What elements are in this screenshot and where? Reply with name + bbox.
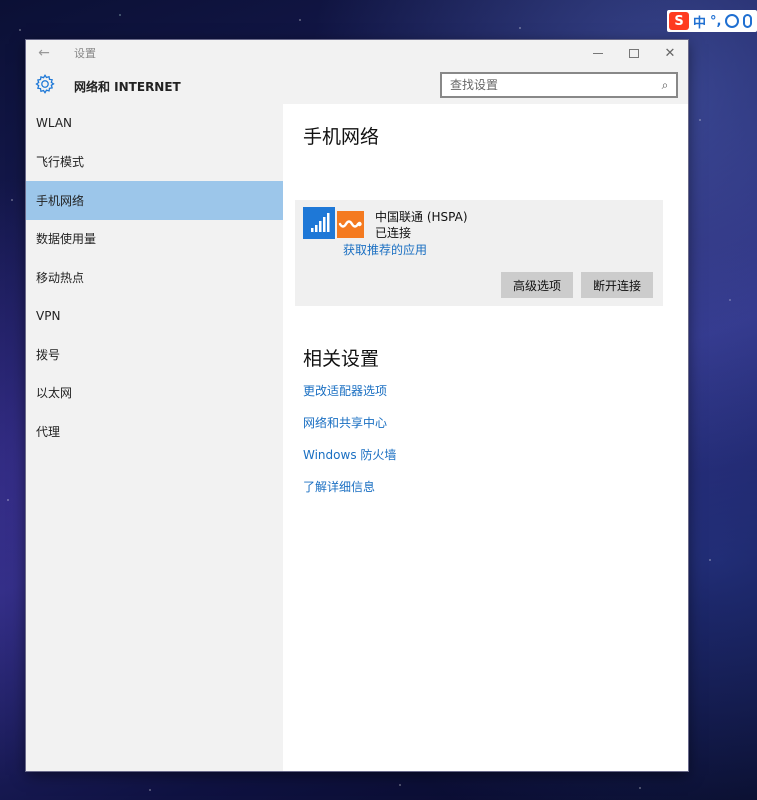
sogou-logo-icon[interactable]: S <box>669 12 689 30</box>
sidebar-item-wlan[interactable]: WLAN <box>26 104 283 143</box>
learn-more-link[interactable]: 了解详细信息 <box>303 478 375 495</box>
section-title: 网络和 INTERNET <box>74 80 181 94</box>
window-title: 设置 <box>74 47 96 60</box>
connection-status: 已连接 <box>375 226 412 240</box>
search-box[interactable]: ⌕ <box>440 72 678 98</box>
ime-toolbar[interactable]: S 中 °, <box>667 10 757 32</box>
sidebar-item-cellular[interactable]: 手机网络 <box>26 181 283 220</box>
get-recommended-apps-link[interactable]: 获取推荐的应用 <box>343 241 427 258</box>
close-button[interactable]: ✕ <box>652 40 688 66</box>
disconnect-button[interactable]: 断开连接 <box>581 272 653 298</box>
cellular-connection-card[interactable]: 中国联通 (HSPA) 已连接 获取推荐的应用 高级选项 断开连接 <box>295 200 663 306</box>
search-icon[interactable]: ⌕ <box>654 78 676 93</box>
mic-icon[interactable] <box>743 14 753 28</box>
page-title: 手机网络 <box>303 126 380 148</box>
ime-language-toggle[interactable]: 中 <box>693 12 706 31</box>
carrier-name: 中国联通 (HSPA) <box>375 210 468 224</box>
window-controls: ✕ <box>580 40 688 66</box>
related-settings-title: 相关设置 <box>303 348 380 370</box>
change-adapter-options-link[interactable]: 更改适配器选项 <box>303 382 387 399</box>
sidebar-item-dial-up[interactable]: 拨号 <box>26 335 283 374</box>
title-bar[interactable]: ← 设置 ✕ <box>26 40 688 66</box>
advanced-options-button[interactable]: 高级选项 <box>501 272 573 298</box>
minimize-icon <box>593 52 603 54</box>
china-unicom-logo-icon <box>337 211 364 238</box>
sidebar-item-mobile-hotspot[interactable]: 移动热点 <box>26 258 283 297</box>
network-sharing-center-link[interactable]: 网络和共享中心 <box>303 414 387 431</box>
sidebar-item-proxy[interactable]: 代理 <box>26 412 283 451</box>
maximize-icon <box>629 48 639 58</box>
search-input[interactable] <box>442 74 654 96</box>
sidebar: WLAN 飞行模式 手机网络 数据使用量 移动热点 VPN 拨号 以太网 代理 <box>26 104 283 771</box>
minimize-button[interactable] <box>580 40 616 66</box>
maximize-button[interactable] <box>616 40 652 66</box>
back-arrow-icon[interactable]: ← <box>26 45 62 61</box>
sidebar-item-ethernet[interactable]: 以太网 <box>26 374 283 413</box>
sidebar-item-airplane-mode[interactable]: 飞行模式 <box>26 143 283 182</box>
settings-window: ← 设置 ✕ 网络和 INTERNET ⌕ WLAN 飞行模式 手机网络 数据使… <box>26 40 688 771</box>
sidebar-item-vpn[interactable]: VPN <box>26 297 283 336</box>
sidebar-item-data-usage[interactable]: 数据使用量 <box>26 220 283 259</box>
smile-icon[interactable] <box>725 14 740 28</box>
main-content: 手机网络 中国联通 (HSPA) 已连接 获取推荐的应用 高级选项 断开连接 相… <box>283 104 688 771</box>
close-icon: ✕ <box>664 45 676 61</box>
settings-header: 网络和 INTERNET ⌕ <box>26 66 688 104</box>
ime-punctuation-toggle[interactable]: °, <box>710 14 721 29</box>
windows-firewall-link[interactable]: Windows 防火墙 <box>303 446 396 463</box>
signal-strength-icon <box>303 207 335 239</box>
gear-icon <box>35 74 55 94</box>
